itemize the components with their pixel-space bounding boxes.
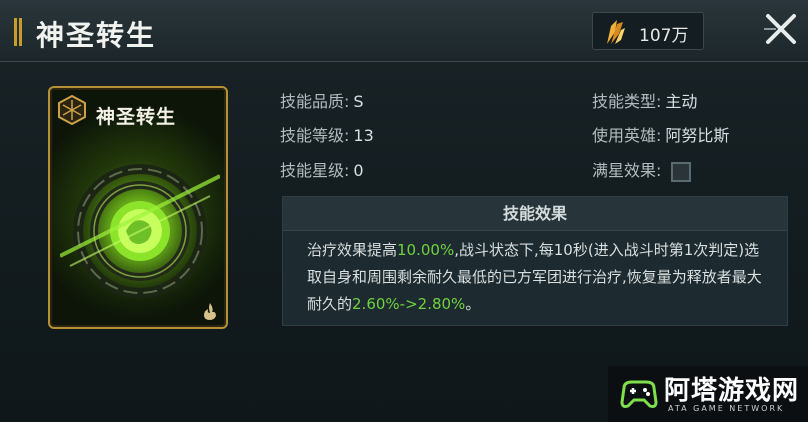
logo-text-cn: 阿塔游戏网 bbox=[664, 376, 800, 406]
skill-detail-window: 神圣转生 107万 神圣转生 技能品质: S 技能等级: 13 技能星级: 0 … bbox=[0, 0, 808, 422]
currency-amount: 107万 bbox=[639, 26, 689, 46]
skill-star-value: 0 bbox=[353, 161, 364, 180]
skill-quality-value: S bbox=[353, 92, 364, 111]
logo-text-en: ATA GAME NETWORK bbox=[668, 404, 785, 413]
gamepad-icon bbox=[620, 380, 658, 408]
skill-level-value: 13 bbox=[353, 126, 374, 145]
card-title: 神圣转生 bbox=[96, 106, 177, 128]
skill-effect-panel: 技能效果 治疗效果提高10.00%,战斗状态下,每10秒(进入战斗时第1次判定)… bbox=[282, 196, 788, 326]
fullstar-label: 满星效果: bbox=[592, 161, 662, 180]
hero-row: 使用英雄: 阿努比斯 bbox=[592, 122, 729, 146]
skill-effect-description: 治疗效果提高10.00%,战斗状态下,每10秒(进入战斗时第1次判定)选取自身和… bbox=[283, 231, 787, 318]
fullstar-row: 满星效果: bbox=[592, 157, 692, 182]
title-accent-mark bbox=[14, 18, 22, 46]
site-logo: 阿塔游戏网 ATA GAME NETWORK bbox=[608, 366, 808, 422]
flame-icon bbox=[204, 303, 216, 320]
hexagon-emblem-icon bbox=[58, 94, 86, 126]
skill-level-label: 技能等级: bbox=[280, 126, 350, 145]
effect-text-3: 。 bbox=[465, 295, 481, 313]
fullstar-checkbox[interactable] bbox=[671, 161, 692, 182]
skill-level-row: 技能等级: 13 bbox=[280, 122, 374, 146]
effect-value-heal-bonus: 10.00% bbox=[397, 241, 455, 259]
skill-type-label: 技能类型: bbox=[592, 92, 662, 111]
close-icon bbox=[764, 14, 796, 44]
close-button[interactable] bbox=[758, 6, 804, 52]
title-bar: 神圣转生 107万 bbox=[0, 0, 808, 62]
skill-type-row: 技能类型: 主动 bbox=[592, 88, 697, 112]
gold-crystal-icon bbox=[607, 20, 625, 44]
skill-quality-row: 技能品质: S bbox=[280, 88, 364, 112]
effect-value-heal-ratio: 2.60%->2.80% bbox=[352, 295, 466, 313]
currency-display: 107万 bbox=[592, 12, 704, 50]
skill-emblem-art bbox=[60, 159, 220, 303]
skill-star-row: 技能星级: 0 bbox=[280, 157, 364, 181]
skill-type-value: 主动 bbox=[665, 92, 698, 111]
hero-value: 阿努比斯 bbox=[665, 126, 730, 145]
hero-label: 使用英雄: bbox=[592, 126, 662, 145]
skill-effect-heading: 技能效果 bbox=[283, 197, 787, 231]
skill-quality-label: 技能品质: bbox=[280, 92, 350, 111]
effect-text-1: 治疗效果提高 bbox=[307, 241, 398, 259]
skill-star-label: 技能星级: bbox=[280, 161, 350, 180]
skill-card: 神圣转生 bbox=[48, 86, 228, 329]
page-title: 神圣转生 bbox=[36, 19, 157, 52]
